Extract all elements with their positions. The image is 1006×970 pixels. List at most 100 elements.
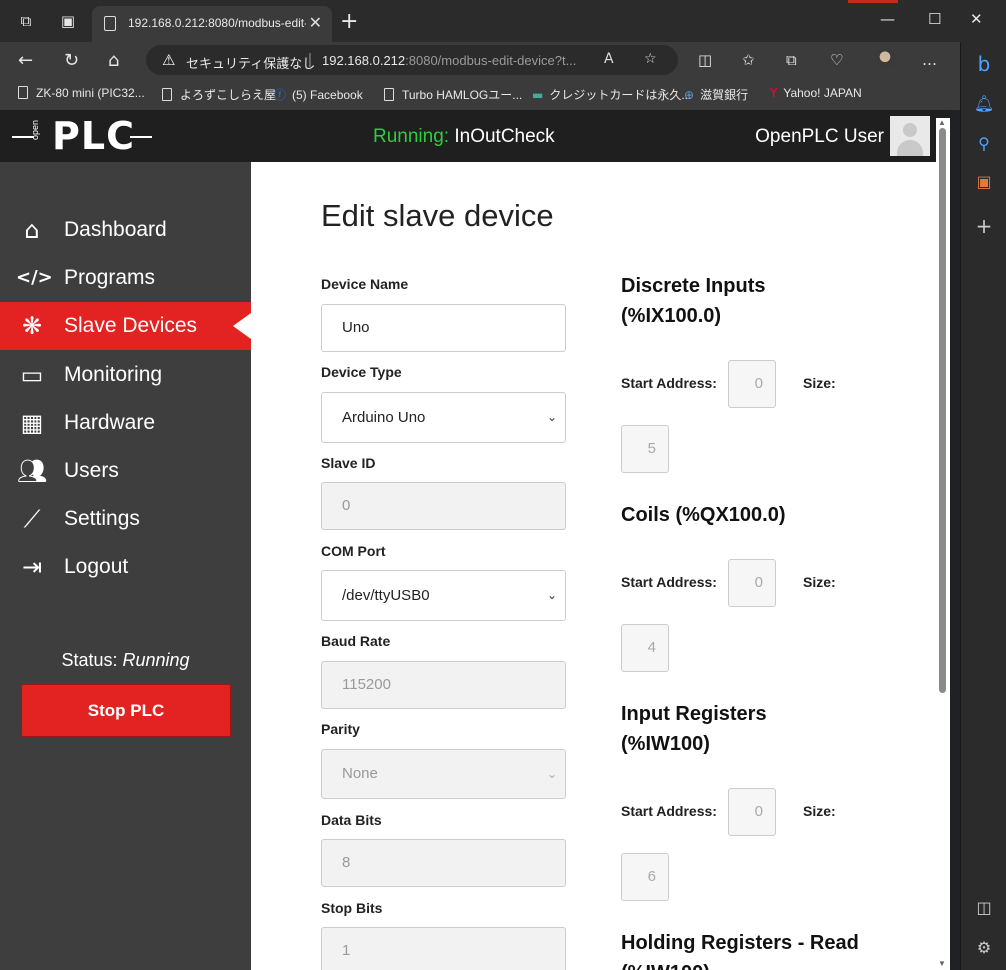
address-bar: ← ↻ ⌂ ⚠ セキュリティ保護なし | 192.168.0.212:8080/… (0, 42, 960, 78)
scrollbar-thumb[interactable] (939, 128, 946, 693)
favorite-star-icon[interactable]: ☆ (644, 51, 657, 67)
maximize-icon[interactable]: ☐ (928, 10, 941, 28)
discrete-inputs-size-field[interactable]: 5 (621, 425, 669, 473)
sidebar: ⌂ Dashboard </> Programs ❋ Slave Devices… (0, 162, 251, 970)
stop-plc-button[interactable]: Stop PLC (21, 684, 231, 737)
yahoo-icon: Y (770, 86, 778, 100)
field-value: /dev/ttyUSB0 (342, 587, 430, 604)
runtime-status: Running: InOutCheck (373, 126, 555, 148)
device-type-select[interactable]: Arduino Uno ⌄ (321, 392, 566, 443)
parity-select[interactable]: None ⌄ (321, 749, 566, 799)
bookmark-item[interactable]: ZK-80 mini (PIC32... (18, 86, 145, 100)
com-port-label: COM Port (321, 543, 386, 559)
sidebar-item-logout[interactable]: ⇥ Logout (0, 543, 251, 591)
sidebar-item-dashboard[interactable]: ⌂ Dashboard (0, 206, 251, 254)
url-text[interactable]: 192.168.0.212:8080/modbus-edit-device?t.… (322, 53, 594, 68)
tab-actions-icon[interactable]: ▣ (58, 11, 78, 31)
slave-id-label: Slave ID (321, 455, 376, 471)
workspaces-icon[interactable]: ⧉ (16, 11, 36, 31)
gear-icon[interactable]: ⚙ (961, 938, 1006, 957)
add-icon[interactable]: + (961, 214, 1006, 238)
sidebar-item-hardware[interactable]: ▦ Hardware (0, 399, 251, 447)
card-icon: ▬ (532, 88, 544, 102)
field-value: 8 (342, 854, 351, 871)
window-accent (848, 0, 898, 3)
bookmark-item[interactable]: Y Yahoo! JAPAN (770, 86, 862, 100)
device-name-field[interactable]: Uno (321, 304, 566, 352)
new-tab-icon[interactable]: + (340, 9, 358, 34)
url-separator: | (308, 51, 312, 68)
read-aloud-icon[interactable]: A (604, 51, 614, 67)
chevron-down-icon: ⌄ (546, 410, 557, 424)
field-value: Uno (342, 319, 370, 336)
collections-icon[interactable]: ⧉ (786, 51, 797, 69)
baud-rate-field[interactable]: 115200 (321, 661, 566, 709)
notification-icon[interactable]: 🔔︎ (961, 94, 1006, 113)
slave-id-field[interactable]: 0 (321, 482, 566, 530)
field-value: 1 (342, 942, 351, 959)
user-avatar[interactable] (890, 116, 930, 156)
data-bits-field[interactable]: 8 (321, 839, 566, 887)
sidebar-item-label: Hardware (64, 411, 156, 434)
stop-bits-field[interactable]: 1 (321, 927, 566, 970)
sidebar-item-settings[interactable]: ⟋ Settings (0, 495, 251, 543)
search-icon[interactable]: ⚲ (961, 134, 1006, 153)
back-icon[interactable]: ← (18, 50, 33, 71)
field-value: 0 (342, 497, 351, 514)
more-menu-icon[interactable]: … (922, 51, 937, 69)
scroll-up-icon[interactable]: ▲ (938, 118, 946, 127)
com-port-select[interactable]: /dev/ttyUSB0 ⌄ (321, 570, 566, 621)
sidebar-item-label: Users (64, 459, 119, 482)
input-registers-size-field[interactable]: 6 (621, 853, 669, 901)
sidebar-item-slave-devices[interactable]: ❋ Slave Devices (0, 302, 251, 350)
sidebar-toggle-icon[interactable]: ◫ (961, 898, 1006, 917)
user-name[interactable]: OpenPLC User (755, 126, 884, 148)
close-window-icon[interactable]: ✕ (970, 10, 983, 28)
tab-title: 192.168.0.212:8080/modbus-edit-device?ta… (128, 16, 306, 30)
home-icon[interactable]: ⌂ (108, 50, 119, 71)
discrete-inputs-title: Discrete Inputs (%IX100.0) (621, 275, 766, 327)
field-value: 115200 (342, 676, 391, 693)
input-registers-start-field[interactable]: 0 (728, 788, 776, 836)
bookmark-item[interactable]: ▬ クレジットカードは永久... (532, 86, 691, 103)
coils-start-field[interactable]: 0 (728, 559, 776, 607)
browser-essentials-icon[interactable]: ♡ (830, 51, 843, 69)
discrete-inputs-start-field[interactable]: 0 (728, 360, 776, 408)
data-bits-label: Data Bits (321, 812, 382, 828)
baud-rate-label: Baud Rate (321, 633, 391, 649)
minimize-icon[interactable]: — (880, 10, 895, 28)
refresh-icon[interactable]: ↻ (64, 50, 79, 71)
start-address-label: Start Address: (621, 574, 717, 590)
bookmark-item[interactable]: ⓕ (5) Facebook (274, 86, 363, 103)
bing-icon[interactable]: b (961, 52, 1006, 76)
sidebar-item-label: Slave Devices (64, 314, 198, 337)
field-value: None (342, 765, 378, 782)
main-content: Edit slave device Device Name Uno Device… (251, 162, 950, 970)
bookmark-item[interactable]: ⊕ 滋賀銀行 (684, 86, 748, 103)
split-screen-icon[interactable]: ◫ (698, 51, 712, 69)
browser-tab[interactable]: 192.168.0.212:8080/modbus-edit-device?ta… (92, 6, 332, 42)
bookmark-item[interactable]: よろずこしらえ屋 (162, 86, 276, 103)
page-scrollbar[interactable]: ▲ ▼ (936, 118, 950, 970)
coils-size-field[interactable]: 4 (621, 624, 669, 672)
page-icon (162, 88, 172, 101)
facebook-icon: ⓕ (274, 88, 287, 102)
page-icon (18, 86, 28, 99)
wrench-icon: ⟋ (23, 505, 41, 533)
coils-title: Coils (%QX100.0) (621, 504, 786, 526)
url-field[interactable]: ⚠ セキュリティ保護なし | 192.168.0.212:8080/modbus… (146, 45, 678, 75)
top-bar: open PLC Running: InOutCheck OpenPLC Use… (0, 110, 950, 162)
favorites-icon[interactable]: ✩ (742, 51, 755, 69)
sidebar-item-users[interactable]: 👥︎ Users (0, 447, 251, 495)
sidebar-item-label: Dashboard (64, 218, 167, 241)
security-label[interactable]: セキュリティ保護なし (186, 53, 315, 72)
bookmark-item[interactable]: Turbo HAMLOGユー... (384, 86, 522, 103)
logo-line (130, 136, 152, 138)
close-tab-icon[interactable]: ✕ (309, 13, 322, 32)
sidebar-item-monitoring[interactable]: ▭ Monitoring (0, 351, 251, 399)
profile-avatar[interactable] (874, 48, 896, 70)
tools-icon[interactable]: ▣ (961, 172, 1006, 191)
warning-icon[interactable]: ⚠ (162, 51, 175, 69)
scroll-down-icon[interactable]: ▼ (938, 959, 946, 968)
sidebar-item-programs[interactable]: </> Programs (0, 254, 251, 302)
